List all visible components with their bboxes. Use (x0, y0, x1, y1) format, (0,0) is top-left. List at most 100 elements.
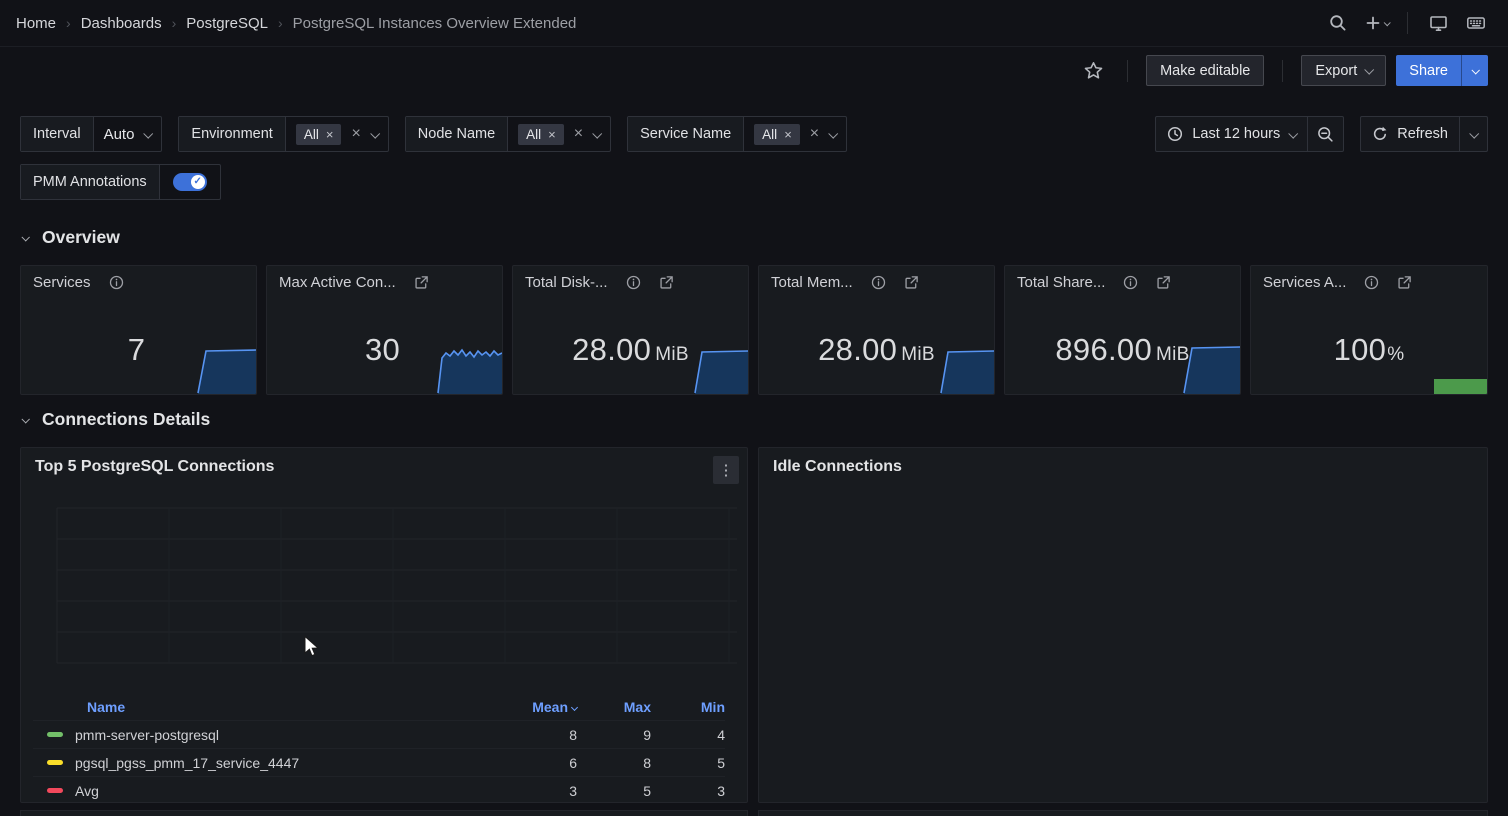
breadcrumb: Home › Dashboards › PostgreSQL › Postgre… (16, 15, 576, 32)
filter-chip[interactable]: All × (296, 124, 342, 145)
legend-row: pmm-server-postgresql 8 9 4 (33, 720, 725, 748)
sparkline (693, 346, 748, 394)
pmm-annotations-control: PMM Annotations ✓ (20, 164, 221, 200)
max-value: 5 (577, 783, 651, 799)
environment-control: Environment All × × (178, 116, 388, 152)
panel-title[interactable]: Total Share... (1017, 274, 1105, 291)
section-overview[interactable]: Overview (22, 227, 120, 248)
breadcrumb-separator: › (278, 15, 283, 31)
plus-icon (1364, 14, 1382, 32)
sparkline (1182, 344, 1240, 394)
external-link-icon[interactable] (904, 275, 919, 290)
series-name[interactable]: pmm-server-postgresql (75, 727, 219, 743)
gridlines (57, 508, 737, 663)
zoom-out-time-button[interactable] (1308, 117, 1343, 151)
refresh-interval-button[interactable] (1460, 117, 1487, 151)
keyboard-shortcuts-button[interactable] (1460, 7, 1492, 39)
chevron-down-icon (1471, 66, 1479, 74)
info-icon[interactable] (871, 275, 886, 290)
breadcrumb-separator: › (172, 15, 177, 31)
divider (1127, 60, 1128, 82)
sparkline (196, 346, 256, 394)
clear-all-icon[interactable]: × (810, 125, 819, 143)
time-range-picker[interactable]: Last 12 hours (1156, 117, 1307, 151)
search-icon (1329, 14, 1347, 32)
legend-header-min[interactable]: Min (651, 699, 725, 715)
series-name[interactable]: pgsql_pgss_pmm_17_service_4447 (75, 755, 299, 771)
external-link-icon[interactable] (414, 275, 429, 290)
breadcrumb-dashboards[interactable]: Dashboards (81, 15, 162, 32)
section-connections-details[interactable]: Connections Details (22, 409, 210, 430)
stat-value: 28.00 (572, 332, 651, 367)
divider (1407, 12, 1408, 34)
info-icon[interactable] (1123, 275, 1138, 290)
clear-all-icon[interactable]: × (574, 125, 583, 143)
info-icon[interactable] (109, 275, 124, 290)
share-button[interactable]: Share (1396, 55, 1461, 86)
info-icon[interactable] (1364, 275, 1379, 290)
remove-chip-icon[interactable]: × (326, 127, 334, 142)
panel-title[interactable]: Services A... (1263, 274, 1346, 291)
panel-idle-connections: Idle Connections (758, 447, 1488, 803)
interval-select[interactable]: Auto (94, 117, 162, 151)
divider (1282, 60, 1283, 82)
export-button[interactable]: Export (1301, 55, 1386, 86)
series-name[interactable]: Avg (75, 783, 99, 799)
refresh-button[interactable]: Refresh (1361, 117, 1459, 151)
time-range-label: Last 12 hours (1192, 126, 1280, 142)
min-value: 4 (651, 727, 725, 743)
pmm-annotations-toggle[interactable]: ✓ (173, 173, 207, 191)
chevron-down-icon (1384, 19, 1391, 26)
stat-panel-total-shared: Total Share... 896.00MiB (1004, 265, 1241, 395)
scatter-chart[interactable] (21, 448, 739, 690)
stat-panel-max-active-connections: Max Active Con... 30 (266, 265, 503, 395)
breadcrumb-folder[interactable]: PostgreSQL (186, 15, 268, 32)
chevron-down-icon (592, 128, 602, 138)
external-link-icon[interactable] (659, 275, 674, 290)
series-swatch (47, 760, 63, 765)
environment-select[interactable]: All × × (286, 117, 388, 151)
favorite-button[interactable] (1077, 55, 1109, 87)
stat-unit: % (1387, 344, 1404, 365)
panel-title[interactable]: Max Active Con... (279, 274, 396, 291)
series-swatch (47, 788, 63, 793)
monitor-icon (1429, 14, 1448, 33)
legend-header-mean[interactable]: Mean (497, 699, 577, 715)
service-name-select[interactable]: All × × (744, 117, 846, 151)
info-icon[interactable] (626, 275, 641, 290)
collapse-chevron-icon (21, 415, 29, 423)
filter-chip[interactable]: All × (518, 124, 564, 145)
panel-title[interactable]: Total Mem... (771, 274, 853, 291)
sparkline (1432, 378, 1487, 394)
add-new-button[interactable] (1360, 14, 1393, 32)
search-button[interactable] (1322, 7, 1354, 39)
hexagon-chart (759, 474, 1488, 803)
node-name-select[interactable]: All × × (508, 117, 610, 151)
min-value: 5 (651, 755, 725, 771)
stat-value: 896.00 (1055, 332, 1152, 367)
filter-chip[interactable]: All × (754, 124, 800, 145)
legend-header-max[interactable]: Max (577, 699, 651, 715)
chip-label: All (304, 127, 319, 142)
legend-row: pgsql_pgss_pmm_17_service_4447 6 8 5 (33, 748, 725, 776)
display-mode-button[interactable] (1422, 7, 1454, 39)
legend-table: Name Mean Max Min pmm-server-postgresql … (33, 694, 725, 803)
stat-panel-services-availability: Services A... 100% (1250, 265, 1488, 395)
share-menu-button[interactable] (1461, 55, 1488, 86)
make-editable-button[interactable]: Make editable (1146, 55, 1264, 86)
remove-chip-icon[interactable]: × (548, 127, 556, 142)
service-name-label: Service Name (628, 117, 744, 151)
interval-value: Auto (104, 126, 135, 143)
remove-chip-icon[interactable]: × (784, 127, 792, 142)
external-link-icon[interactable] (1156, 275, 1171, 290)
external-link-icon[interactable] (1397, 275, 1412, 290)
panel-title[interactable]: Total Disk-... (525, 274, 608, 291)
clear-all-icon[interactable]: × (351, 125, 360, 143)
export-button-label: Export (1315, 63, 1357, 79)
node-name-control: Node Name All × × (405, 116, 611, 152)
legend-header-name[interactable]: Name (87, 699, 125, 715)
panel-title[interactable]: Services (33, 274, 91, 291)
mean-value: 3 (497, 783, 577, 799)
breadcrumb-home[interactable]: Home (16, 15, 56, 32)
chevron-down-icon (1365, 65, 1375, 75)
